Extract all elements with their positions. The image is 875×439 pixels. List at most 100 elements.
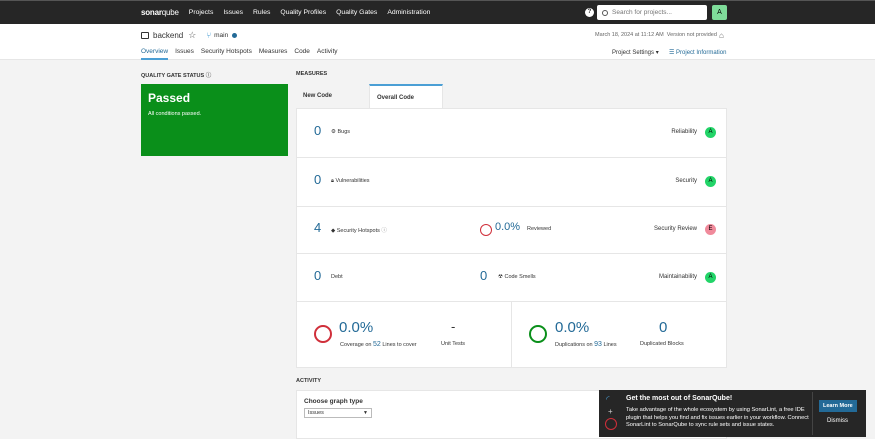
sonarlint-promo-toast: ◜ + Get the most out of SonarQube! Take …	[599, 390, 866, 437]
coverage-suffix: Lines to cover	[382, 342, 417, 348]
analysis-date-text: March 18, 2024 at 11:12 AM	[595, 32, 664, 38]
security-review-rating[interactable]: E	[705, 224, 716, 235]
security-rating[interactable]: A	[705, 176, 716, 187]
coverage-lines[interactable]: 52	[373, 341, 381, 348]
bug-icon: ⚙	[331, 129, 336, 135]
reliability-label: Reliability	[671, 129, 697, 135]
project-icon	[141, 32, 149, 39]
quality-gate-label: Quality Gate Status	[141, 73, 205, 79]
tab-measures[interactable]: Measures	[259, 48, 288, 60]
bugs-value[interactable]: 0	[314, 123, 321, 138]
activity-heading: Activity	[296, 378, 322, 384]
maintainability-rating[interactable]: A	[705, 272, 716, 283]
version-text: Version not provided	[666, 32, 717, 38]
quality-gate-heading: Quality Gate Status ⓘ	[141, 71, 211, 79]
learn-more-button[interactable]: Learn More	[819, 400, 857, 412]
sonarqube-icon	[605, 418, 617, 430]
duplications-prefix: Duplications on	[555, 342, 593, 348]
nav-rules[interactable]: Rules	[253, 9, 270, 16]
graph-type-select[interactable]: Issues ▼	[304, 408, 372, 418]
quality-gate-status: Passed All conditions passed.	[141, 84, 288, 156]
analysis-date: March 18, 2024 at 11:12 AM Version not p…	[595, 32, 717, 38]
tab-overall-code[interactable]: Overall Code	[369, 84, 443, 108]
measures-heading: Measures	[296, 71, 328, 77]
avatar[interactable]: A	[712, 5, 727, 20]
nav-quality-profiles[interactable]: Quality Profiles	[280, 9, 326, 16]
tab-new-code[interactable]: New Code	[296, 84, 369, 108]
security-label: Security	[675, 178, 697, 184]
branch-info-icon[interactable]	[232, 33, 238, 38]
sonarlint-logo-icon: ◜	[606, 394, 610, 404]
project-breadcrumb: backend ☆ ⑂ main	[141, 30, 238, 41]
tab-activity[interactable]: Activity	[317, 48, 338, 60]
measures-panel: 0 ⚙ Bugs Reliability A 0 🔒︎ Vulnerabilit…	[296, 108, 727, 368]
reviewed-value[interactable]: 0.0%	[495, 221, 520, 233]
nav-issues[interactable]: Issues	[223, 9, 243, 16]
duplications-lines[interactable]: 93	[594, 341, 602, 348]
graph-type-label: Choose graph type	[304, 398, 363, 405]
maintainability-label: Maintainability	[658, 274, 697, 280]
quality-gate-message: All conditions passed.	[148, 111, 202, 117]
reliability-rating[interactable]: A	[705, 127, 716, 138]
coverage-value[interactable]: 0.0%	[339, 319, 373, 336]
branch-name[interactable]: main	[214, 32, 228, 39]
search-icon	[602, 9, 608, 16]
star-icon[interactable]: ☆	[188, 30, 196, 41]
search-box	[597, 5, 707, 20]
nav-administration[interactable]: Administration	[387, 9, 430, 16]
tab-issues[interactable]: Issues	[175, 48, 194, 60]
home-icon[interactable]: ⌂	[719, 31, 724, 40]
lock-icon: 🔒︎	[331, 178, 334, 184]
project-settings-menu[interactable]: Project Settings ▾	[612, 49, 659, 56]
logo-light: qube	[161, 8, 179, 17]
duplications-value[interactable]: 0.0%	[555, 319, 589, 336]
security-review-label: Security Review	[653, 226, 697, 232]
coverage-label: Coverage on 52 Lines to cover	[340, 341, 417, 348]
help-icon[interactable]: ?	[585, 8, 594, 17]
code-smells-label-text: Code Smells	[504, 274, 536, 280]
reliability-row: 0 ⚙ Bugs Reliability A	[297, 109, 726, 158]
toast-body: Take advantage of the whole ecosystem by…	[626, 407, 809, 428]
dismiss-button[interactable]: Dismiss	[827, 418, 848, 424]
branch-icon: ⑂	[206, 31, 212, 40]
coverage-prefix: Coverage on	[340, 342, 372, 348]
duplicated-blocks-value[interactable]: 0	[659, 319, 667, 336]
vulnerabilities-value[interactable]: 0	[314, 172, 321, 187]
duplications-ring-icon	[529, 325, 547, 343]
main-nav: Projects Issues Rules Quality Profiles Q…	[189, 9, 441, 16]
project-information-label: Project Information	[676, 50, 727, 56]
unit-tests-value: -	[451, 319, 456, 334]
reviewed-ring-icon	[480, 224, 492, 236]
tab-security-hotspots[interactable]: Security Hotspots	[201, 48, 252, 60]
code-smells-value[interactable]: 0	[480, 268, 487, 283]
coverage-ring-icon	[314, 325, 332, 343]
project-information-link[interactable]: ☰ Project Information	[669, 49, 726, 56]
reviewed-label: Reviewed	[527, 226, 552, 232]
coverage-duplications-row: 0.0% Coverage on 52 Lines to cover - Uni…	[297, 302, 726, 368]
nav-quality-gates[interactable]: Quality Gates	[336, 9, 377, 16]
bugs-label-text: Bugs	[337, 129, 351, 135]
graph-type-value: Issues	[308, 410, 324, 416]
hotspots-value[interactable]: 4	[314, 220, 321, 235]
vulnerabilities-label: 🔒︎ Vulnerabilities	[331, 178, 370, 185]
toast-divider	[812, 392, 813, 435]
plus-icon: +	[608, 407, 613, 416]
sonarqube-logo[interactable]: sonarqube	[141, 8, 179, 17]
debt-label: Debt	[331, 274, 343, 280]
debt-value[interactable]: 0	[314, 268, 321, 283]
security-review-row: 4 ◆ Security Hotspots ⓘ 0.0% Reviewed Se…	[297, 207, 726, 254]
nav-projects[interactable]: Projects	[189, 9, 214, 16]
bugs-label: ⚙ Bugs	[331, 129, 350, 135]
maintainability-row: 0 Debt 0 ☢ Code Smells Maintainability A	[297, 254, 726, 302]
hotspots-help-icon[interactable]: ⓘ	[381, 228, 387, 234]
hotspots-label: ◆ Security Hotspots ⓘ	[331, 226, 387, 234]
logo-bold: sonar	[141, 8, 162, 17]
unit-tests-label: Unit Tests	[441, 341, 466, 347]
tab-overview[interactable]: Overview	[141, 48, 169, 60]
tab-code[interactable]: Code	[294, 48, 310, 60]
project-name[interactable]: backend	[153, 31, 183, 40]
quality-gate-help-icon[interactable]: ⓘ	[206, 73, 212, 79]
security-row: 0 🔒︎ Vulnerabilities Security A	[297, 158, 726, 207]
shield-icon: ◆	[331, 228, 336, 234]
search-input[interactable]	[612, 9, 702, 16]
